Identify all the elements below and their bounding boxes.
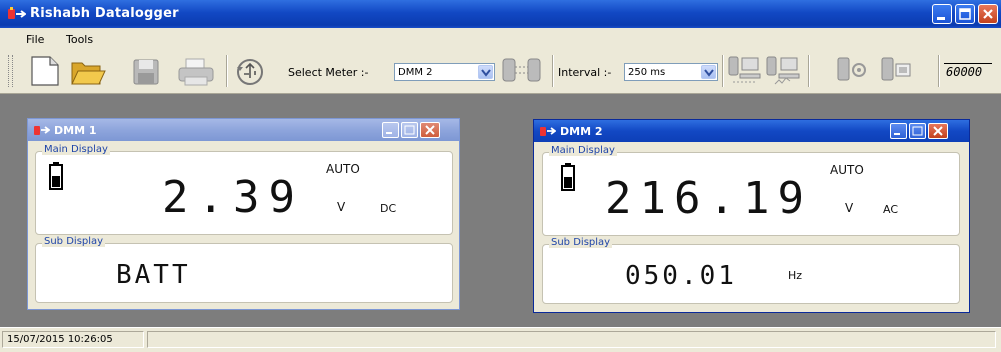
menu-bar: File Tools — [0, 28, 1001, 49]
app-titlebar[interactable]: Rishabh Datalogger — [0, 0, 1001, 28]
interval-label: Interval :- — [558, 66, 612, 79]
sub-reading: BATT — [116, 260, 191, 290]
save-disk-icon[interactable] — [132, 58, 160, 86]
dmm2-titlebar[interactable]: DMM 2 — [534, 120, 969, 142]
main-display-label: Main Display — [549, 145, 617, 156]
coupling-label: DC — [380, 202, 397, 215]
close-icon — [933, 126, 943, 136]
print-icon[interactable] — [176, 57, 216, 87]
new-file-icon[interactable] — [28, 55, 62, 87]
battery-icon — [49, 162, 63, 190]
meter-computer-icon[interactable] — [727, 54, 761, 88]
close-icon — [425, 125, 435, 135]
sub-display-group: Sub Display BATT — [35, 236, 453, 303]
app-title: Rishabh Datalogger — [30, 6, 179, 21]
unit-label: V — [845, 201, 854, 215]
coupling-label: AC — [883, 203, 899, 216]
chevron-down-icon — [481, 69, 491, 77]
main-reading: 2.39 — [162, 172, 304, 223]
status-empty-panel — [147, 331, 996, 348]
close-icon — [983, 9, 993, 19]
minimize-button[interactable] — [890, 123, 907, 139]
range-mode: AUTO — [830, 163, 864, 177]
main-display-group: Main Display AUTO 216.19 V AC — [542, 145, 960, 236]
meter-settings-icon[interactable] — [836, 55, 870, 87]
close-button[interactable] — [978, 4, 998, 24]
minimize-icon — [937, 17, 945, 20]
toolbar-separator — [552, 55, 554, 87]
minimize-icon — [894, 133, 900, 135]
toolbar-separator — [938, 55, 940, 87]
counter-display: 60000 — [944, 63, 996, 81]
toolbar-separator — [808, 55, 810, 87]
main-display-label: Main Display — [42, 144, 110, 155]
maximize-icon — [959, 8, 971, 20]
app-logo-icon — [8, 7, 26, 19]
main-reading: 216.19 — [605, 173, 812, 224]
menu-file[interactable]: File — [26, 33, 44, 46]
meter-computer-chart-icon[interactable] — [765, 54, 801, 88]
select-meter-dropdown[interactable]: DMM 2 — [394, 63, 495, 81]
window-title: DMM 2 — [560, 125, 603, 138]
counter-value: 60000 — [946, 65, 983, 79]
chevron-down-icon — [704, 69, 714, 77]
toolbar: Select Meter :- DMM 2 Interval :- 250 ms — [0, 49, 1001, 94]
usb-refresh-icon[interactable] — [234, 57, 266, 87]
toolbar-grip[interactable] — [8, 55, 13, 87]
main-display-group: Main Display AUTO 2.39 V DC — [35, 144, 453, 235]
toolbar-separator — [722, 55, 724, 87]
select-meter-label: Select Meter :- — [288, 66, 369, 79]
maximize-button[interactable] — [401, 122, 418, 138]
app-logo-icon — [34, 126, 50, 135]
window-title: DMM 1 — [54, 124, 97, 137]
status-datetime: 15/07/2015 10:26:05 — [7, 334, 113, 345]
close-button[interactable] — [420, 122, 440, 138]
minimize-icon — [386, 132, 392, 134]
dmm2-window[interactable]: DMM 2 Main Display AUTO 216.19 V AC Sub … — [533, 119, 970, 313]
mdi-workspace: DMM 1 Main Display AUTO 2.39 V DC Sub Di… — [0, 94, 1001, 327]
open-folder-icon[interactable] — [70, 57, 106, 87]
sub-display-group: Sub Display 050.01 Hz — [542, 237, 960, 304]
maximize-icon — [404, 125, 415, 135]
sub-reading: 050.01 — [625, 261, 737, 291]
sub-unit-label: Hz — [788, 269, 803, 282]
dmm1-window[interactable]: DMM 1 Main Display AUTO 2.39 V DC Sub Di… — [27, 118, 460, 310]
sub-display-label: Sub Display — [42, 236, 106, 247]
range-mode: AUTO — [326, 162, 360, 176]
minimize-button[interactable] — [382, 122, 399, 138]
unit-label: V — [337, 200, 346, 214]
interval-value: 250 ms — [628, 67, 666, 78]
interval-dropdown[interactable]: 250 ms — [624, 63, 718, 81]
dmm1-titlebar[interactable]: DMM 1 — [28, 119, 459, 141]
meter-link-icon[interactable] — [500, 55, 546, 89]
sub-display-label: Sub Display — [549, 237, 613, 248]
select-meter-value: DMM 2 — [398, 67, 433, 78]
app-logo-icon — [540, 127, 556, 136]
meter-display-icon[interactable] — [880, 55, 914, 87]
menu-tools[interactable]: Tools — [66, 33, 93, 46]
status-bar: 15/07/2015 10:26:05 — [0, 327, 1001, 352]
dropdown-arrow-button[interactable] — [478, 65, 493, 79]
maximize-button[interactable] — [955, 4, 975, 24]
dropdown-arrow-button[interactable] — [701, 65, 716, 79]
maximize-button[interactable] — [909, 123, 926, 139]
minimize-button[interactable] — [932, 4, 952, 24]
status-datetime-panel: 15/07/2015 10:26:05 — [2, 331, 144, 348]
close-button[interactable] — [928, 123, 948, 139]
toolbar-separator — [226, 55, 228, 87]
battery-icon — [561, 163, 575, 191]
maximize-icon — [912, 126, 923, 136]
